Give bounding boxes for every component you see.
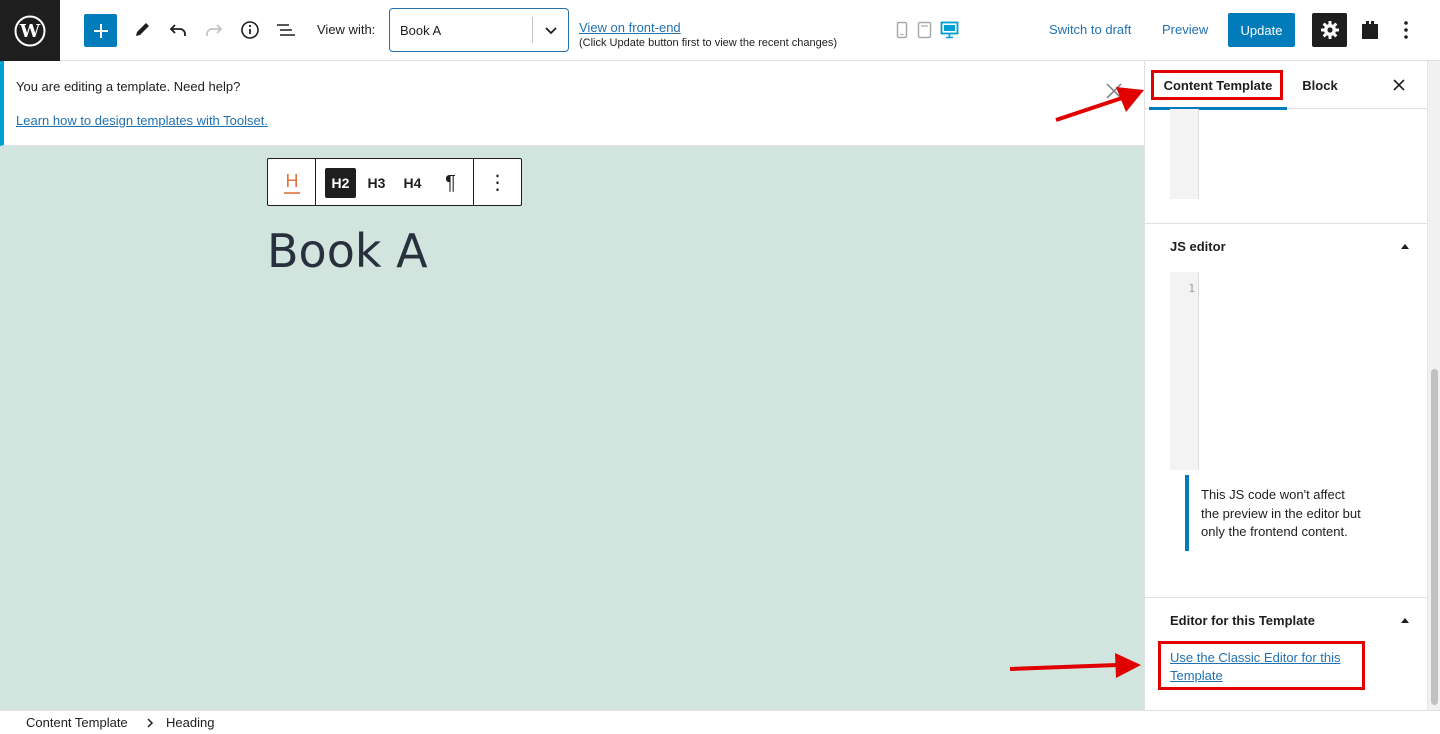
details-button[interactable] [238,18,262,42]
chevron-down-icon [545,27,557,35]
block-toolbar: H H2 H3 H4 ¶ ⋮ [267,158,522,206]
gear-icon [1320,21,1339,39]
scrollbar-thumb[interactable] [1431,369,1438,705]
heading-level-h2[interactable]: H2 [325,168,356,198]
sidebar-scrollbar[interactable] [1427,61,1440,710]
js-editor-note: This JS code won't affect the preview in… [1185,475,1365,551]
heading-icon-glyph: H [285,171,298,191]
redo-button[interactable] [202,18,226,42]
collapse-up-icon[interactable] [1400,615,1410,625]
block-type-button[interactable]: H [268,159,316,205]
svg-text:W: W [19,21,41,42]
notice-help-link[interactable]: Learn how to design templates with Tools… [16,113,268,128]
pencil-icon [136,23,149,36]
highlight-box-classic-link [1158,641,1365,690]
add-block-button[interactable] [84,14,117,47]
js-editor-note-text: This JS code won't affect the preview in… [1201,487,1361,539]
editor-canvas[interactable]: H H2 H3 H4 ¶ ⋮ Book A [0,146,1144,710]
toolset-plugin-icon[interactable] [1358,18,1382,42]
block-breadcrumb: Content Template Heading [0,710,1440,734]
panel-divider [1145,223,1427,224]
block-options-icon: ⋮ [487,171,508,194]
plus-icon [93,23,108,38]
view-with-value: Book A [400,23,442,38]
highlight-box-tab [1151,70,1283,100]
close-sidebar-icon[interactable] [1390,75,1408,95]
view-with-label: View with: [317,22,376,37]
select-divider [532,17,533,43]
tools-button[interactable] [130,18,154,42]
panel-divider [1145,597,1427,598]
undo-button[interactable] [166,18,190,42]
editor-header: W View with: Book A View on front-end (C… [0,0,1440,61]
info-icon [241,21,259,39]
redo-icon [206,24,223,36]
settings-sidebar: Content Template Block JS editor 1 This … [1144,61,1440,710]
mobile-preview-icon[interactable] [896,21,908,39]
js-line-number: 1 [1188,282,1195,295]
heading-level-h4[interactable]: H4 [397,168,428,198]
heading-icon: H [283,171,300,194]
settings-button[interactable] [1312,13,1347,47]
js-editor-title[interactable]: JS editor [1170,239,1226,254]
update-button[interactable]: Update [1228,13,1295,47]
tablet-preview-icon[interactable] [917,21,932,39]
annotation-arrow-bottom [1009,653,1141,678]
annotation-arrow-top [1055,87,1144,122]
undo-icon [169,24,186,36]
switch-to-draft-button[interactable]: Switch to draft [1049,22,1131,37]
wordpress-logo-button[interactable]: W [0,0,60,61]
list-view-icon [277,24,295,36]
desktop-preview-icon[interactable] [940,21,959,39]
breadcrumb-item-content-template[interactable]: Content Template [26,715,128,730]
wordpress-icon: W [14,15,46,46]
block-options-button[interactable]: ⋮ [473,159,521,205]
collapse-up-icon[interactable] [1400,241,1410,251]
css-editor-gutter [1170,109,1199,199]
view-on-frontend-link[interactable]: View on front-end [579,20,681,35]
list-view-button[interactable] [274,18,298,42]
js-editor-gutter[interactable] [1170,272,1199,470]
paragraph-button[interactable]: ¶ [435,168,466,198]
more-options-icon[interactable] [1396,18,1416,42]
breadcrumb-item-heading[interactable]: Heading [166,715,214,730]
template-notice: You are editing a template. Need help? L… [0,61,1144,146]
frontend-note: (Click Update button first to view the r… [579,37,838,49]
heading-block[interactable]: Book A [267,224,428,278]
notice-message: You are editing a template. Need help? [16,79,241,94]
editor-panel-title[interactable]: Editor for this Template [1170,613,1315,628]
chevron-right-icon [147,718,154,728]
heading-level-h3[interactable]: H3 [361,168,392,198]
view-with-select[interactable]: Book A [389,8,569,52]
preview-button[interactable]: Preview [1162,22,1208,37]
tab-block[interactable]: Block [1293,61,1347,109]
